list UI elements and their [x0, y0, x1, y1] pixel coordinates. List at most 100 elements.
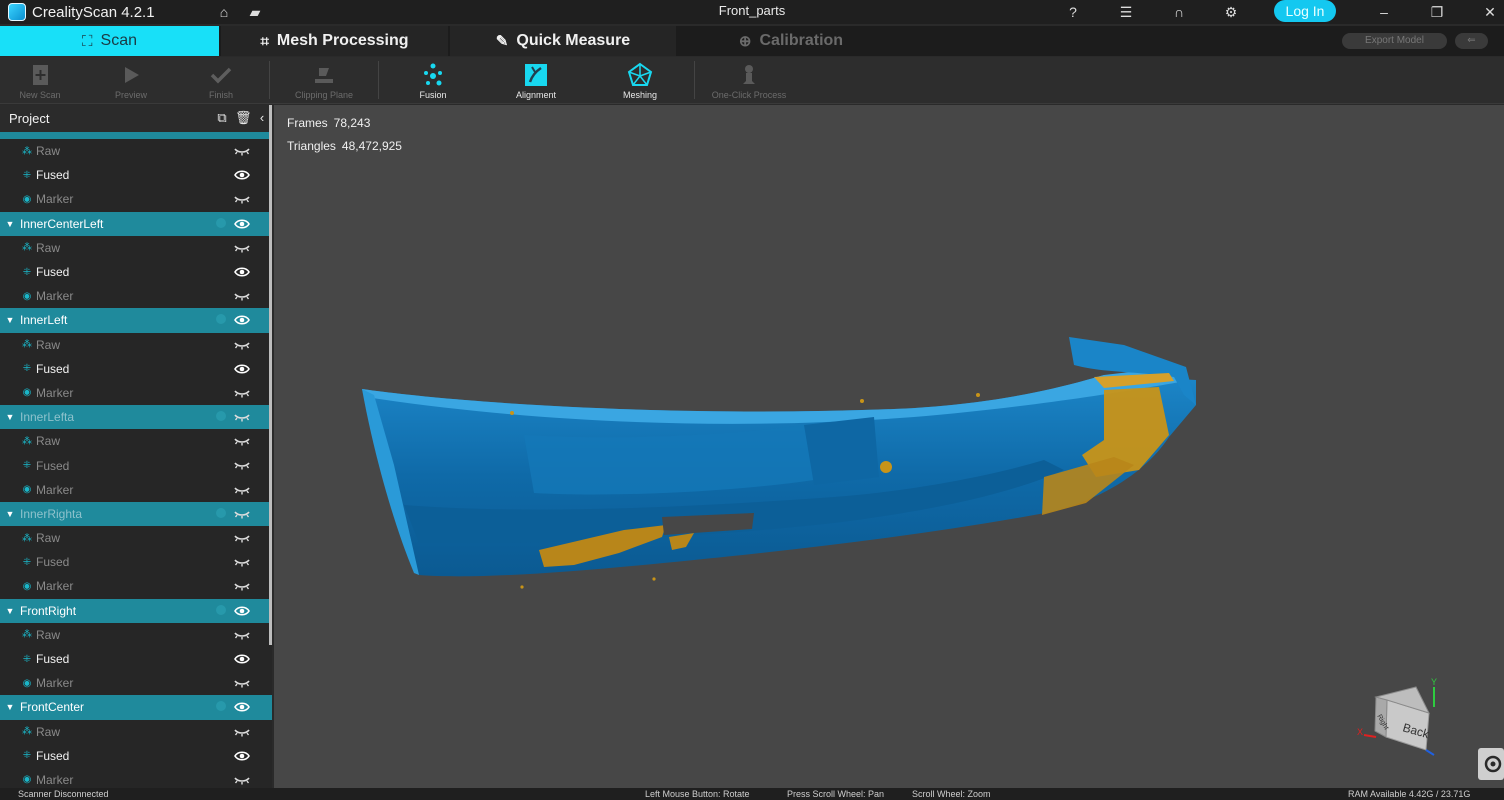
group-settings-icon[interactable] — [216, 507, 226, 518]
eye-closed-icon[interactable] — [234, 458, 250, 472]
project-group-row[interactable]: ▼ FrontCenter — [0, 695, 272, 720]
viewport-settings-button[interactable] — [1478, 748, 1504, 780]
help-icon[interactable]: ? — [1064, 3, 1082, 21]
project-data-row[interactable]: ⁂ Raw — [0, 622, 272, 647]
eye-closed-icon[interactable] — [234, 192, 250, 206]
project-data-row[interactable]: ⁜ Fused — [0, 259, 272, 285]
project-data-row[interactable]: ◉ Marker — [0, 284, 272, 309]
eye-closed-icon[interactable] — [234, 628, 250, 642]
fusion-button[interactable]: Fusion — [388, 57, 478, 104]
expand-arrow-icon[interactable]: ▼ — [0, 606, 20, 616]
project-scrollbar[interactable] — [269, 105, 272, 645]
delete-icon[interactable]: 🗑 — [235, 111, 252, 125]
eye-closed-icon[interactable] — [234, 410, 250, 424]
project-group-row[interactable]: ▼ InnerLeft — [0, 308, 272, 333]
expand-arrow-icon[interactable]: ▼ — [0, 412, 20, 422]
export-project-icon[interactable]: ⧉ — [215, 111, 229, 125]
tab-calibration[interactable]: ⊕ Calibration — [678, 26, 904, 56]
export-model-button[interactable]: Export Model — [1342, 33, 1447, 49]
eye-closed-icon[interactable] — [234, 386, 250, 400]
clipping-plane-button[interactable]: Clipping Plane — [279, 57, 369, 104]
group-settings-icon[interactable] — [216, 411, 226, 422]
project-data-row[interactable]: ⁜ Fused — [0, 163, 272, 188]
eye-closed-icon[interactable] — [234, 507, 250, 521]
collapse-panel-icon[interactable]: ‹ — [255, 111, 269, 125]
close-icon[interactable]: ✕ — [1481, 3, 1499, 21]
eye-icon[interactable] — [234, 652, 250, 666]
eye-icon[interactable] — [234, 265, 250, 279]
project-data-row[interactable]: ⁂ Raw — [0, 719, 272, 744]
eye-icon[interactable] — [234, 700, 250, 714]
project-data-row[interactable]: ◉ Marker — [0, 187, 272, 212]
project-group-row[interactable]: ▼ InnerRighta — [0, 501, 272, 526]
eye-closed-icon[interactable] — [234, 773, 250, 787]
project-group-row[interactable]: ▼ InnerCenterLeft — [0, 211, 272, 236]
fused-points-icon: ⁜ — [22, 266, 32, 278]
group-settings-icon[interactable] — [216, 217, 226, 228]
eye-closed-icon[interactable] — [234, 555, 250, 569]
expand-arrow-icon[interactable]: ▼ — [0, 315, 20, 325]
tab-scan[interactable]: ⛶ Scan — [0, 26, 219, 56]
eye-icon[interactable] — [234, 313, 250, 327]
eye-icon[interactable] — [234, 362, 250, 376]
tab-mesh-processing[interactable]: ⌗ Mesh Processing — [221, 26, 448, 56]
project-data-row[interactable]: ⁜ Fused — [0, 453, 272, 478]
share-button[interactable]: ⇐ — [1455, 33, 1488, 49]
project-data-row[interactable]: ◉ Marker — [0, 477, 272, 502]
headset-icon[interactable]: ∩ — [1170, 3, 1188, 21]
eye-closed-icon[interactable] — [234, 434, 250, 448]
meshing-button[interactable]: Meshing — [595, 57, 685, 104]
eye-icon[interactable] — [234, 604, 250, 618]
project-data-row[interactable]: ⁂ Raw — [0, 235, 272, 260]
minimize-icon[interactable]: – — [1375, 3, 1393, 21]
share-icon: ⇐ — [1467, 35, 1476, 46]
tab-quick-measure[interactable]: ✎ Quick Measure — [450, 26, 676, 56]
restore-icon[interactable]: ❐ — [1428, 3, 1446, 21]
eye-closed-icon[interactable] — [234, 241, 250, 255]
app-logo-icon — [8, 3, 26, 21]
home-icon[interactable]: ⌂ — [215, 3, 233, 21]
alignment-button[interactable]: Alignment — [491, 57, 581, 104]
folder-icon[interactable]: ▰ — [246, 3, 264, 21]
project-group-row[interactable]: ▼ FrontRight — [0, 598, 272, 623]
project-data-row[interactable]: ⁂ Raw — [0, 139, 272, 164]
preview-button[interactable]: Preview — [86, 57, 176, 104]
hint-pan: Press Scroll Wheel: Pan — [787, 789, 885, 799]
project-data-row[interactable]: ◉ Marker — [0, 767, 272, 788]
notes-icon[interactable]: ☰ — [1117, 3, 1135, 21]
eye-icon[interactable] — [234, 168, 250, 182]
project-data-row[interactable]: ◉ Marker — [0, 380, 272, 406]
project-data-row[interactable]: ⁜ Fused — [0, 550, 272, 575]
project-data-row[interactable]: ⁂ Raw — [0, 429, 272, 454]
eye-icon[interactable] — [234, 749, 250, 763]
eye-closed-icon[interactable] — [234, 676, 250, 690]
project-data-row[interactable]: ◉ Marker — [0, 671, 272, 696]
eye-closed-icon[interactable] — [234, 579, 250, 593]
group-settings-icon[interactable] — [216, 604, 226, 615]
eye-closed-icon[interactable] — [234, 338, 250, 352]
project-data-row[interactable]: ⁜ Fused — [0, 743, 272, 768]
project-data-row[interactable]: ◉ Marker — [0, 574, 272, 599]
project-group-row[interactable]: ▼ InnerLefta — [0, 405, 272, 430]
new-scan-button[interactable]: New Scan — [0, 57, 85, 104]
view-cube[interactable]: Back Right Y X — [1354, 675, 1454, 765]
settings-icon[interactable]: ⚙ — [1222, 3, 1240, 21]
project-data-row[interactable]: ⁂ Raw — [0, 526, 272, 551]
expand-arrow-icon[interactable]: ▼ — [0, 702, 20, 712]
eye-closed-icon[interactable] — [234, 531, 250, 545]
eye-closed-icon[interactable] — [234, 483, 250, 497]
project-data-row[interactable]: ⁂ Raw — [0, 332, 272, 357]
finish-button[interactable]: Finish — [176, 57, 266, 104]
project-data-row[interactable]: ⁜ Fused — [0, 646, 272, 672]
expand-arrow-icon[interactable]: ▼ — [0, 219, 20, 229]
login-button[interactable]: Log In — [1274, 0, 1336, 22]
3d-viewport[interactable]: Frames 78,243 Triangles 48,472,925 Back Ri… — [274, 105, 1504, 788]
eye-icon[interactable] — [234, 217, 250, 231]
project-data-row[interactable]: ⁜ Fused — [0, 356, 272, 381]
one-click-process-button[interactable]: One-Click Process — [704, 57, 794, 104]
eye-closed-icon[interactable] — [234, 725, 250, 739]
eye-closed-icon[interactable] — [234, 144, 250, 158]
expand-arrow-icon[interactable]: ▼ — [0, 509, 20, 519]
toolbar-separator — [378, 61, 379, 99]
eye-closed-icon[interactable] — [234, 289, 250, 303]
